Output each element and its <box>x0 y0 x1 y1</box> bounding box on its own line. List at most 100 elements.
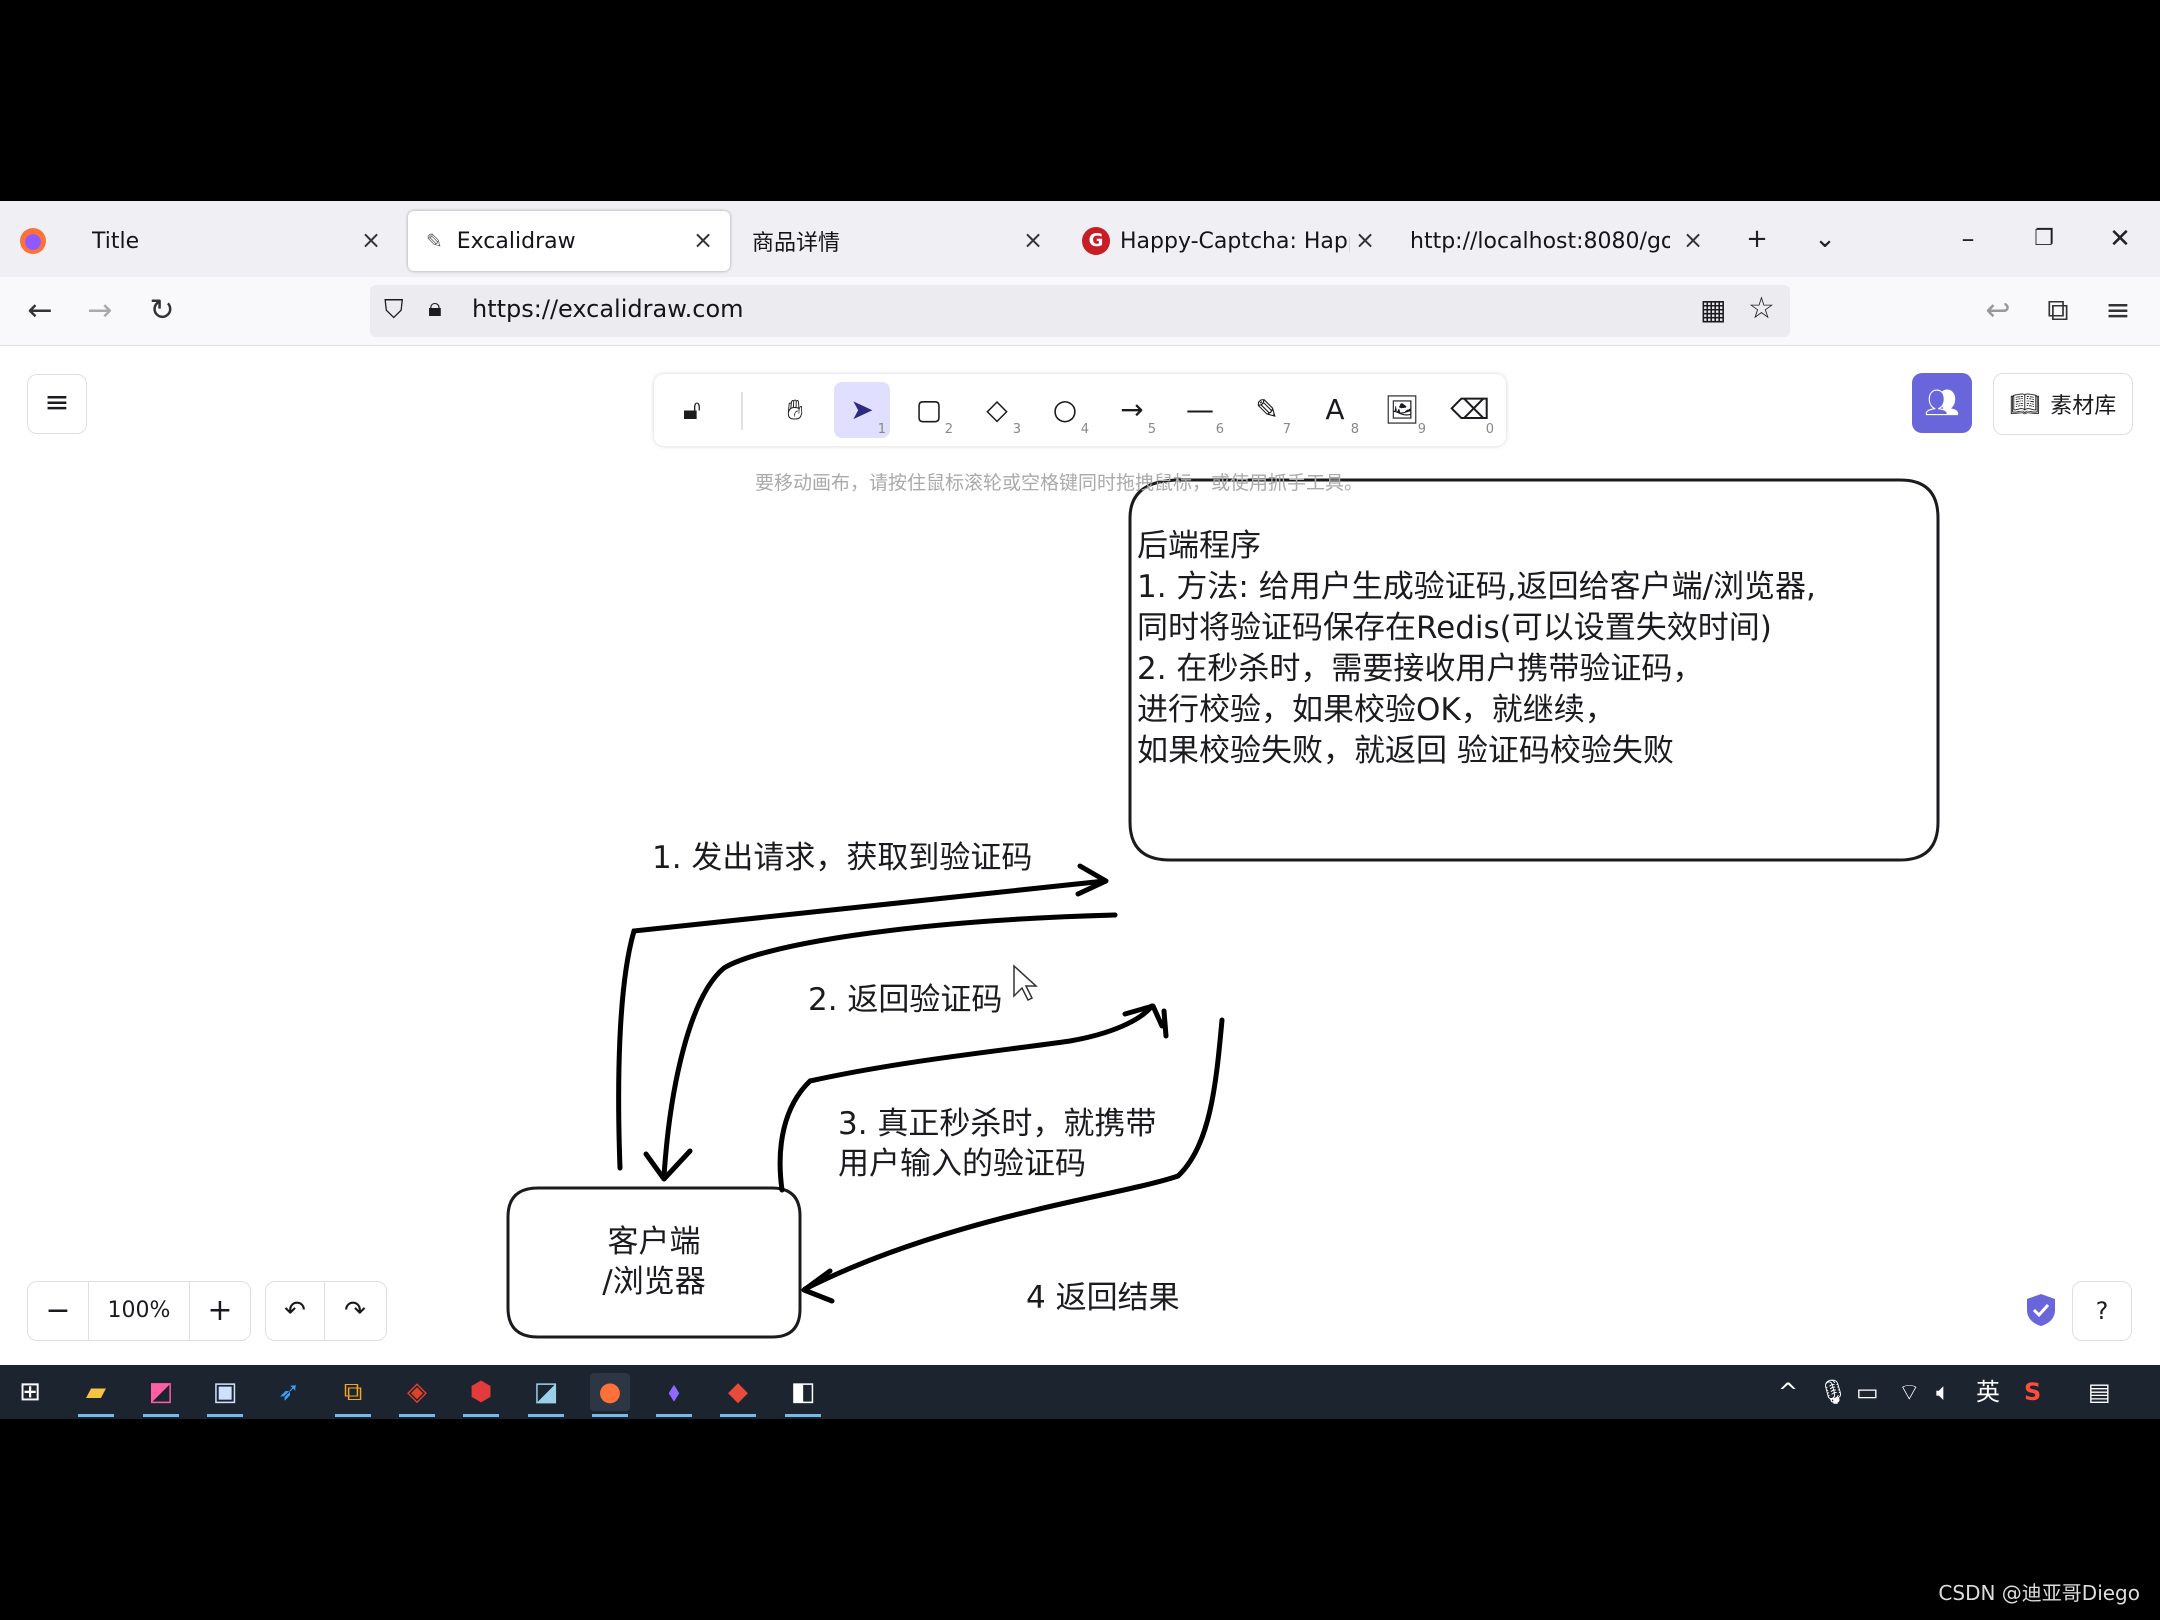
url-text[interactable]: https://excalidraw.com <box>472 295 744 323</box>
client-label[interactable]: 客户端 <box>608 1224 701 1260</box>
back-arrow-icon[interactable]: ← <box>18 289 62 333</box>
zoom-in-button[interactable]: + <box>190 1282 250 1340</box>
lock-icon[interactable]: 🔒︎ <box>428 293 442 324</box>
tab-list-chevron-icon[interactable]: ⌄ <box>1795 211 1855 267</box>
draw-tool[interactable]: ✎ 7 <box>1239 382 1295 438</box>
close-icon[interactable]: × <box>356 225 386 255</box>
notification-icon[interactable]: ▤ <box>2088 1377 2111 1407</box>
reply-icon[interactable]: ↩ <box>1976 289 2020 333</box>
diamond-icon: ◇ <box>986 393 1008 426</box>
close-icon[interactable]: × <box>1018 225 1048 255</box>
padlock-icon: 🔓︎ <box>682 393 702 426</box>
line-icon: — <box>1186 393 1214 426</box>
backend-line[interactable]: 1. 方法: 给用户生成验证码,返回给客户端/浏览器, <box>1137 569 1816 605</box>
tray-chevron-icon[interactable]: ^ <box>1778 1377 1798 1407</box>
step2-label[interactable]: 2. 返回验证码 <box>808 982 1002 1018</box>
step1-label[interactable]: 1. 发出请求，获取到验证码 <box>652 840 1032 876</box>
shortcut-label: 3 <box>1012 422 1021 437</box>
extensions-icon[interactable]: ⧉ <box>2036 289 2080 333</box>
excalidraw-canvas[interactable]: 后端程序 1. 方法: 给用户生成验证码,返回给客户端/浏览器, 同时将验证码保… <box>0 346 2160 1365</box>
text-tool[interactable]: A8 <box>1307 382 1363 438</box>
ime-indicator[interactable]: 英 <box>1976 1377 2000 1407</box>
sogou-icon[interactable]: S <box>2024 1377 2041 1407</box>
intellij-icon[interactable]: ◩ <box>141 1373 181 1417</box>
backend-line[interactable]: 如果校验失败，就返回 验证码校验失败 <box>1137 733 1674 769</box>
new-tab-button[interactable]: + <box>1727 211 1787 267</box>
eraser-icon: ⌫ <box>1450 393 1490 426</box>
shield-app-icon[interactable]: ⬢ <box>461 1373 501 1417</box>
diagram-drawing[interactable]: 后端程序 1. 方法: 给用户生成验证码,返回给客户端/浏览器, 同时将验证码保… <box>0 346 2160 1365</box>
arrow-tool[interactable]: → 5 <box>1104 382 1160 438</box>
zoom-level[interactable]: 100% <box>89 1282 190 1340</box>
feather-app-icon[interactable]: ➶ <box>269 1373 309 1411</box>
battery-icon[interactable]: ▭ <box>1856 1377 1879 1407</box>
diamond-tool[interactable]: ◇ 3 <box>969 382 1025 438</box>
ellipse-tool[interactable]: ○ 4 <box>1037 382 1093 438</box>
tab-strip: Title × ✎ Excalidraw × 商品详情 × G Happy-Ca… <box>0 201 2160 277</box>
line-tool[interactable]: —6 <box>1172 382 1228 438</box>
circle-icon: ○ <box>1052 393 1078 426</box>
step3-label[interactable]: 用户输入的验证码 <box>838 1146 1086 1182</box>
shortcut-label: 4 <box>1080 422 1089 437</box>
close-icon[interactable]: × <box>1350 225 1380 255</box>
toolbar-divider <box>741 392 743 430</box>
media-app-icon[interactable]: ◆ <box>718 1373 758 1417</box>
rectangle-tool[interactable]: ▢ 2 <box>901 382 957 438</box>
file-explorer-icon[interactable]: ▰ <box>76 1373 116 1417</box>
undo-button[interactable]: ↶ <box>266 1282 325 1340</box>
close-icon[interactable]: × <box>1678 225 1708 255</box>
lock-tool[interactable]: 🔓︎ <box>664 382 720 438</box>
windows-start-icon[interactable]: ⊞ <box>10 1373 50 1411</box>
shortcut-label: 8 <box>1350 422 1359 437</box>
image-tool[interactable]: 🖼︎ 9 <box>1374 382 1430 438</box>
tab-localhost[interactable]: http://localhost:8080/goods × <box>1398 211 1708 271</box>
main-menu-button[interactable]: ≡ <box>27 374 87 434</box>
tab-title[interactable]: Title × <box>78 211 398 271</box>
backend-title[interactable]: 后端程序 <box>1137 528 1261 564</box>
firefox-taskbar-icon[interactable]: ● <box>590 1373 630 1417</box>
restore-button[interactable]: ❐ <box>2014 211 2074 267</box>
redis-icon[interactable]: ◈ <box>397 1373 437 1417</box>
step3-label[interactable]: 3. 真正秒杀时，就携带 <box>838 1106 1156 1142</box>
redo-button[interactable]: ↷ <box>326 1282 384 1340</box>
shield-icon[interactable]: ⛉ <box>384 295 404 326</box>
tab-product-detail[interactable]: 商品详情 × <box>740 211 1060 271</box>
notepad-icon[interactable]: ◪ <box>526 1373 566 1417</box>
microphone-icon[interactable]: 🎙︎ <box>1818 1377 1848 1407</box>
terminal-app-icon[interactable]: ◧ <box>783 1373 823 1417</box>
backend-line[interactable]: 2. 在秒杀时，需要接收用户携带验证码， <box>1137 651 1703 687</box>
reload-icon[interactable]: ↻ <box>140 289 184 333</box>
close-icon[interactable]: × <box>688 225 718 255</box>
notes-app-icon[interactable]: ▣ <box>205 1373 245 1417</box>
wifi-icon[interactable]: ⌔ <box>1898 1377 1921 1407</box>
forward-arrow-icon[interactable]: → <box>78 289 122 333</box>
library-button[interactable]: 📖︎ 素材库 <box>1993 373 2133 435</box>
hand-icon: ✋︎ <box>787 393 803 426</box>
question-icon: ? <box>2095 1297 2109 1325</box>
star-icon[interactable]: ☆ <box>1748 291 1775 326</box>
hand-tool[interactable]: ✋︎ <box>767 382 823 438</box>
close-window-button[interactable]: ✕ <box>2090 211 2150 267</box>
volume-icon[interactable]: 🔈︎ <box>1936 1377 1950 1407</box>
shortcut-label: 0 <box>1485 422 1494 437</box>
qr-code-icon[interactable]: ▦ <box>1700 293 1726 326</box>
users-icon: 👥︎ <box>1924 386 1960 419</box>
eraser-tool[interactable]: ⌫ 0 <box>1442 382 1498 438</box>
tab-happy-captcha[interactable]: G Happy-Captcha: Happy × <box>1074 211 1380 271</box>
client-label[interactable]: /浏览器 <box>602 1264 705 1300</box>
obsidian-icon[interactable]: ⬧ <box>654 1373 694 1417</box>
collaborate-button[interactable]: 👥︎ <box>1912 373 1972 433</box>
selection-tool[interactable]: ➤ 1 <box>834 382 890 438</box>
step4-label[interactable]: 4 返回结果 <box>1026 1280 1180 1316</box>
pointer-icon: ➤ <box>850 393 874 426</box>
hamburger-menu-icon[interactable]: ≡ <box>2096 289 2140 333</box>
shield-check-icon[interactable] <box>2024 1292 2058 1328</box>
vmware-icon[interactable]: ⧉ <box>333 1373 373 1417</box>
help-button[interactable]: ? <box>2072 1281 2132 1341</box>
zoom-out-button[interactable]: − <box>28 1282 89 1340</box>
backend-line[interactable]: 进行校验，如果校验OK，就继续， <box>1137 692 1616 728</box>
address-bar[interactable]: ⛉ 🔒︎ https://excalidraw.com ▦ ☆ <box>370 285 1790 337</box>
backend-line[interactable]: 同时将验证码保存在Redis(可以设置失效时间) <box>1137 610 1772 646</box>
tab-excalidraw[interactable]: ✎ Excalidraw × <box>408 211 730 271</box>
minimize-button[interactable]: – <box>1938 211 1998 267</box>
